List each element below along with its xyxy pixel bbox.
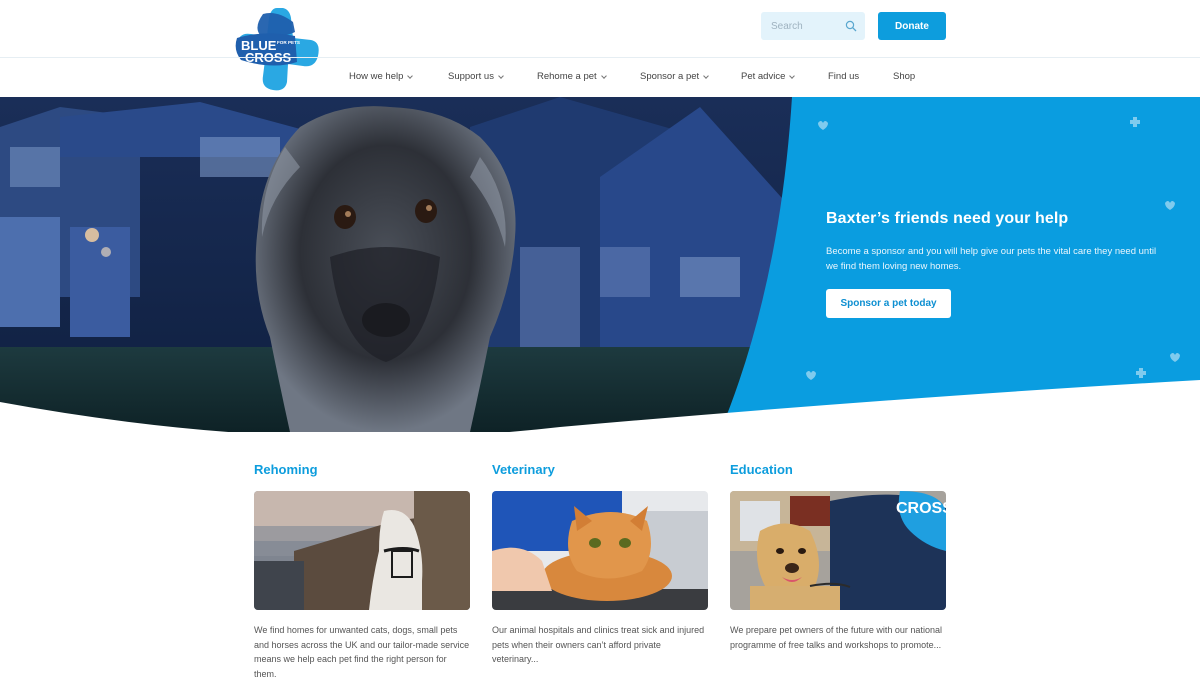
chevron-down-icon [498, 72, 504, 79]
nav-label: Shop [893, 71, 916, 82]
card-rehoming[interactable]: Rehoming We find homes for unwanted cats… [254, 462, 470, 681]
nav-sponsor-a-pet[interactable]: Sponsor a pet [640, 71, 709, 82]
nav-label: Sponsor a pet [640, 71, 700, 82]
hero-banner: Baxter’s friends need your help Become a… [0, 97, 1200, 432]
nav-label: Find us [828, 71, 860, 82]
card-text: We prepare pet owners of the future with… [730, 625, 942, 650]
card-title[interactable]: Education [730, 462, 946, 482]
card-education[interactable]: Education CROSS We prepare pet owners of… [730, 462, 946, 652]
chevron-down-icon [600, 72, 607, 79]
nav-label: Pet advice [741, 71, 786, 82]
main-nav: How we help Support us Rehome a pet Spon… [0, 58, 1200, 97]
search-input[interactable] [771, 20, 841, 32]
nav-how-we-help[interactable]: How we help [349, 71, 414, 82]
site-header: BLUE CROSS FOR PETS Donate How we help S… [0, 0, 1200, 97]
card-text: Our animal hospitals and clinics treat s… [492, 625, 705, 665]
search-icon[interactable] [845, 20, 857, 32]
veterinary-image[interactable] [492, 491, 708, 610]
nav-label: How we help [349, 71, 404, 82]
nav-rehome-a-pet[interactable]: Rehome a pet [537, 71, 607, 82]
logo-tag: FOR PETS [277, 40, 300, 45]
education-image[interactable]: CROSS [730, 491, 946, 610]
chevron-down-icon [407, 72, 414, 79]
hero-title: Baxter’s friends need your help [826, 210, 1069, 227]
chevron-down-icon [703, 72, 709, 79]
hero-text: Become a sponsor and you will help give … [826, 246, 1157, 272]
nav-support-us[interactable]: Support us [448, 71, 504, 82]
search-box[interactable] [761, 12, 865, 40]
donate-button[interactable]: Donate [878, 12, 946, 40]
rehoming-image[interactable] [254, 491, 470, 610]
card-title[interactable]: Veterinary [492, 462, 708, 482]
chevron-down-icon [789, 72, 796, 79]
nav-pet-advice[interactable]: Pet advice [741, 71, 796, 82]
nav-label: Support us [448, 71, 494, 82]
sponsor-a-pet-button[interactable]: Sponsor a pet today [826, 289, 951, 318]
nav-find-us[interactable]: Find us [828, 71, 859, 82]
card-text: We find homes for unwanted cats, dogs, s… [254, 625, 470, 679]
nav-label: Rehome a pet [537, 71, 597, 82]
card-title[interactable]: Rehoming [254, 462, 470, 482]
card-veterinary[interactable]: Veterinary Our animal hospitals and clin… [492, 462, 708, 667]
nav-shop[interactable]: Shop [893, 71, 915, 82]
vest-print: CROSS [896, 500, 946, 517]
